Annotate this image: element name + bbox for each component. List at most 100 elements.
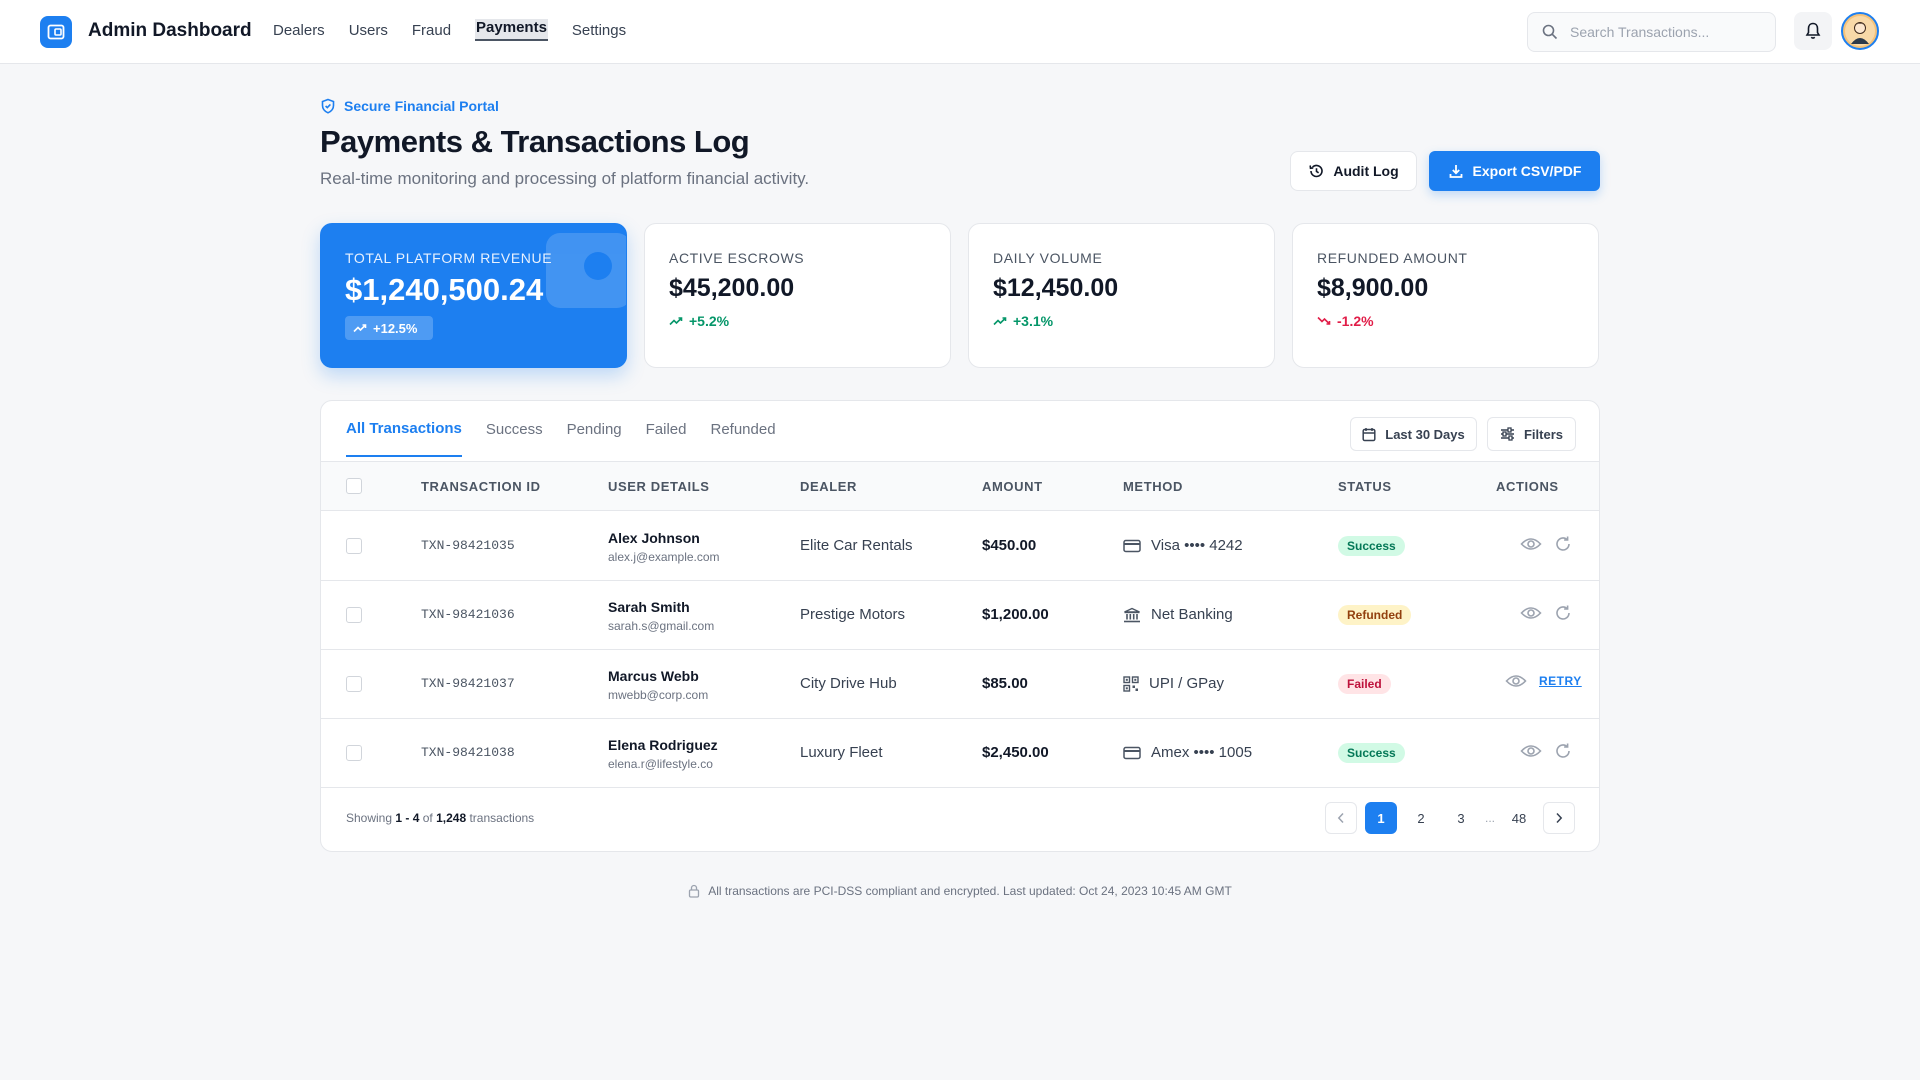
stat-card-refunded-amount: Refunded Amount $8,900.00 -1.2% xyxy=(1292,223,1599,368)
user-name[interactable]: Sarah Smith xyxy=(608,599,690,615)
transaction-id: TXN-98421035 xyxy=(421,538,515,553)
tab-pending[interactable]: Pending xyxy=(567,401,622,457)
app-logo[interactable] xyxy=(40,16,72,48)
bell-icon xyxy=(1805,22,1821,39)
user-email: alex.j@example.com xyxy=(608,550,720,564)
nav-fraud[interactable]: Fraud xyxy=(412,22,451,41)
payment-method-label: Visa •••• 4242 xyxy=(1151,537,1243,554)
brand-title[interactable]: Admin Dashboard xyxy=(88,20,252,42)
tab-all-transactions[interactable]: All Transactions xyxy=(346,401,462,457)
table-row: TXN-98421036 Sarah Smith sarah.s@gmail.c… xyxy=(321,581,1599,650)
payment-method: UPI / GPay xyxy=(1123,675,1224,692)
summary-prefix: Showing xyxy=(346,811,393,825)
trend-down-icon xyxy=(1317,316,1331,325)
nav-dealers[interactable]: Dealers xyxy=(273,22,325,41)
compliance-text: All transactions are PCI-DSS compliant a… xyxy=(708,884,1232,898)
search-input[interactable] xyxy=(1570,24,1760,40)
page-title: Payments & Transactions Log xyxy=(320,124,750,159)
payment-method: Amex •••• 1005 xyxy=(1123,744,1252,761)
stat-change: +12.5% xyxy=(345,316,433,340)
lock-icon xyxy=(689,884,700,898)
wallet-icon xyxy=(47,24,65,40)
portal-label-text: Secure Financial Portal xyxy=(344,98,499,114)
eye-icon[interactable] xyxy=(1520,536,1542,552)
refresh-icon[interactable] xyxy=(1554,604,1572,622)
col-method[interactable]: METHOD xyxy=(1123,479,1183,494)
status-badge: Success xyxy=(1338,743,1405,763)
user-name[interactable]: Alex Johnson xyxy=(608,530,700,546)
dealer-name: Elite Car Rentals xyxy=(800,537,913,554)
stat-card-daily-volume: Daily Volume $12,450.00 +3.1% xyxy=(968,223,1275,368)
transaction-tabs: All Transactions Success Pending Failed … xyxy=(346,401,776,457)
nav-settings[interactable]: Settings xyxy=(572,22,626,41)
eye-icon[interactable] xyxy=(1520,605,1542,621)
user-name[interactable]: Marcus Webb xyxy=(608,668,699,684)
chevron-right-icon xyxy=(1556,812,1563,824)
row-checkbox[interactable] xyxy=(346,745,362,761)
table-row: TXN-98421035 Alex Johnson alex.j@example… xyxy=(321,512,1599,581)
page-48-button[interactable]: 48 xyxy=(1503,802,1536,834)
filters-button[interactable]: Filters xyxy=(1487,417,1576,451)
payment-method-label: Net Banking xyxy=(1151,606,1233,623)
secure-portal-label: Secure Financial Portal xyxy=(320,98,499,114)
stat-change: -1.2% xyxy=(1317,313,1574,329)
dealer-name: Prestige Motors xyxy=(800,606,906,623)
row-actions xyxy=(1520,535,1572,553)
refresh-icon[interactable] xyxy=(1554,742,1572,760)
tab-success[interactable]: Success xyxy=(486,401,543,457)
notifications-button[interactable] xyxy=(1794,12,1832,50)
prev-page-button[interactable] xyxy=(1325,802,1357,834)
date-range-label: Last 30 Days xyxy=(1385,426,1465,442)
nav-users[interactable]: Users xyxy=(349,22,388,41)
payment-method: Visa •••• 4242 xyxy=(1123,537,1243,554)
row-checkbox[interactable] xyxy=(346,607,362,623)
row-checkbox[interactable] xyxy=(346,538,362,554)
tab-refunded[interactable]: Refunded xyxy=(711,401,776,457)
stat-change-value: +3.1% xyxy=(1013,313,1054,329)
table-header: TRANSACTION ID USER DETAILS DEALER AMOUN… xyxy=(321,462,1599,511)
user-avatar[interactable] xyxy=(1841,12,1879,50)
date-range-button[interactable]: Last 30 Days xyxy=(1350,417,1477,451)
stat-change: +3.1% xyxy=(993,313,1250,329)
nav-payments[interactable]: Payments xyxy=(475,19,548,41)
retry-link[interactable]: RETRY xyxy=(1539,674,1582,688)
page-1-button[interactable]: 1 xyxy=(1365,802,1397,834)
pagination: 1 2 3 ... 48 xyxy=(1325,802,1576,834)
summary-range: 1 - 4 xyxy=(395,811,420,825)
status-badge: Failed xyxy=(1338,674,1391,694)
status-badge: Refunded xyxy=(1338,605,1412,625)
pagination-ellipsis: ... xyxy=(1485,811,1496,825)
page-2-button[interactable]: 2 xyxy=(1405,802,1437,834)
stat-card-active-escrows: Active Escrows $45,200.00 +5.2% xyxy=(644,223,951,368)
row-actions xyxy=(1520,742,1572,760)
next-page-button[interactable] xyxy=(1543,802,1576,834)
col-transaction-id[interactable]: TRANSACTION ID xyxy=(421,479,541,494)
download-icon xyxy=(1449,165,1462,178)
status-badge: Success xyxy=(1338,536,1405,556)
payment-method: Net Banking xyxy=(1123,606,1233,623)
col-status[interactable]: STATUS xyxy=(1338,479,1392,494)
transaction-id: TXN-98421038 xyxy=(421,745,515,760)
audit-log-button[interactable]: Audit Log xyxy=(1290,151,1417,191)
avatar-image xyxy=(1845,16,1875,46)
col-amount[interactable]: AMOUNT xyxy=(982,479,1043,494)
refresh-icon[interactable] xyxy=(1554,535,1572,553)
row-checkbox[interactable] xyxy=(346,676,362,692)
search-box xyxy=(1527,12,1776,52)
page-3-button[interactable]: 3 xyxy=(1445,802,1477,834)
select-all-checkbox[interactable] xyxy=(346,478,362,494)
top-navbar: Admin Dashboard Dealers Users Fraud Paym… xyxy=(0,0,1920,64)
tab-failed[interactable]: Failed xyxy=(646,401,687,457)
eye-icon[interactable] xyxy=(1520,743,1542,759)
export-button[interactable]: Export CSV/PDF xyxy=(1429,151,1600,191)
col-actions: ACTIONS xyxy=(1496,479,1559,494)
export-label: Export CSV/PDF xyxy=(1472,163,1582,179)
col-dealer[interactable]: DEALER xyxy=(800,479,857,494)
dealer-name: City Drive Hub xyxy=(800,675,897,692)
user-name[interactable]: Elena Rodriguez xyxy=(608,737,718,753)
col-user-details[interactable]: USER DETAILS xyxy=(608,479,710,494)
eye-icon[interactable] xyxy=(1505,673,1527,689)
bank-icon xyxy=(1124,607,1140,622)
stat-change-value: +12.5% xyxy=(373,320,418,336)
row-actions: RETRY xyxy=(1505,673,1582,689)
